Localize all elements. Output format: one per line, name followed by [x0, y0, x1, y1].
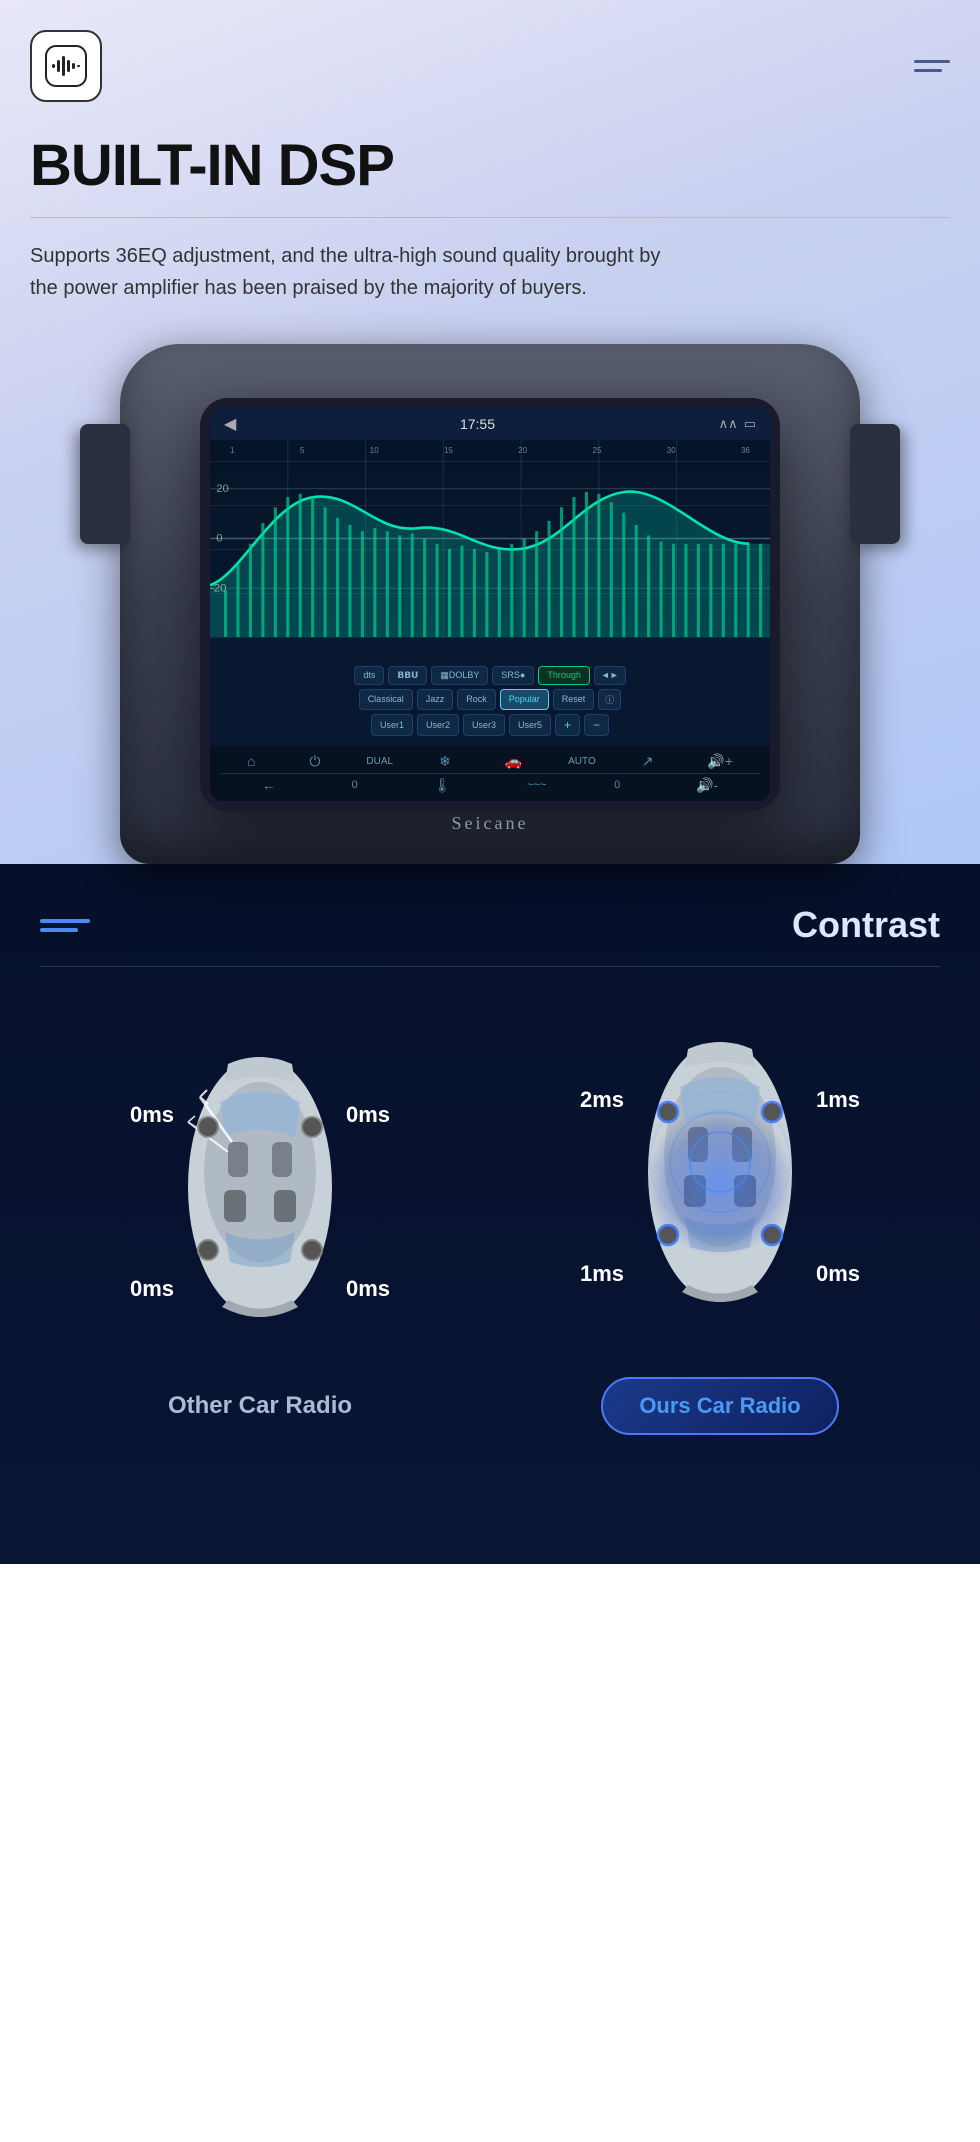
our-top-right-ms: 1ms [816, 1087, 860, 1113]
bbe-btn[interactable]: 𝗕𝗕𝗨 [388, 666, 427, 685]
home-icon[interactable]: ⌂ [239, 753, 263, 769]
screen-time: 17:55 [460, 416, 495, 432]
user1-btn[interactable]: User1 [371, 714, 413, 736]
logo-icon [44, 44, 88, 88]
add-btn[interactable]: + [555, 714, 580, 736]
wifi-icon: ∧∧ [719, 416, 738, 432]
vol-btn[interactable]: ◄► [594, 666, 626, 685]
other-car-view: 0ms 0ms 0ms 0ms [140, 1022, 380, 1362]
car-shell: ◀ 17:55 ∧∧ ▭ [120, 344, 860, 864]
subtitle: Supports 36EQ adjustment, and the ultra-… [30, 240, 690, 304]
other-top-left-ms: 0ms [130, 1102, 174, 1128]
back-icon[interactable]: ← [254, 777, 284, 793]
user5-btn[interactable]: User5 [509, 714, 551, 736]
our-bottom-right-ms: 0ms [816, 1261, 860, 1287]
dsp-row-1: dts 𝗕𝗕𝗨 ▦DOLBY SRS● Through ◄► [220, 666, 760, 685]
contrast-divider [40, 966, 940, 967]
user3-btn[interactable]: User3 [463, 714, 505, 736]
hero-section: BUILT-IN DSP Supports 36EQ adjustment, a… [0, 0, 980, 864]
contrast-section: Contrast 0ms 0ms 0ms 0ms [0, 864, 980, 1564]
eq-grid [210, 440, 770, 660]
user2-btn[interactable]: User2 [417, 714, 459, 736]
other-car-label: Other Car Radio [168, 1392, 352, 1420]
bottom-nav-bar: ⌂ ⏻ DUAL ❄ 🚗 AUTO ↗ 🔊+ ← 0 🌡 [210, 746, 770, 801]
temp-icon: 🌡 [426, 777, 460, 794]
zero-left: 0 [352, 779, 358, 791]
auto-label: AUTO [568, 756, 596, 767]
nav-top [30, 30, 950, 102]
fan-icon[interactable]: ❄ [431, 753, 459, 770]
indicator-line-1 [40, 919, 90, 923]
logo [30, 30, 102, 102]
car-interior: ◀ 17:55 ∧∧ ▭ [30, 334, 950, 864]
grid-line [210, 505, 770, 506]
other-car-svg [140, 1022, 380, 1342]
title-divider [30, 217, 950, 218]
classical-btn[interactable]: Classical [359, 689, 413, 710]
our-car-card: 2ms 1ms 1ms 0ms [500, 1007, 940, 1435]
info-btn[interactable]: ⓘ [598, 689, 621, 710]
jazz-btn[interactable]: Jazz [417, 689, 454, 710]
our-car-button[interactable]: Ours Car Radio [601, 1377, 838, 1435]
other-bottom-left-ms: 0ms [130, 1276, 174, 1302]
dolby-btn[interactable]: ▦DOLBY [431, 666, 488, 685]
page-title: BUILT-IN DSP [30, 132, 950, 199]
fan-level: ~~~ [527, 779, 546, 791]
direction-icon[interactable]: ↗ [634, 753, 662, 770]
eq-chart: 20 0 -20 151015 20253036 [210, 440, 770, 660]
screen-topbar: ◀ 17:55 ∧∧ ▭ [210, 408, 770, 440]
dts-btn[interactable]: dts [354, 666, 384, 685]
srs-btn[interactable]: SRS● [492, 666, 534, 685]
popular-btn[interactable]: Popular [500, 689, 549, 710]
contrast-title: Contrast [792, 904, 940, 946]
eq-numbers: 151015 20253036 [230, 446, 750, 455]
vol-down-icon[interactable]: 🔊- [688, 777, 726, 794]
battery-icon: ▭ [744, 416, 756, 432]
sub-btn[interactable]: − [584, 714, 609, 736]
dsp-row-2: Classical Jazz Rock Popular Reset ⓘ [220, 689, 760, 710]
power-icon[interactable]: ⏻ [301, 753, 328, 770]
hamburger-menu[interactable] [914, 60, 950, 72]
radio-screen: ◀ 17:55 ∧∧ ▭ [210, 408, 770, 801]
our-bottom-left-ms: 1ms [580, 1261, 624, 1287]
dsp-row-3: User1 User2 User3 User5 + − [220, 714, 760, 736]
grid-line [210, 549, 770, 550]
grid-line [210, 593, 770, 594]
dual-label: DUAL [366, 756, 393, 767]
reset-btn[interactable]: Reset [553, 689, 595, 710]
other-bottom-right-ms: 0ms [346, 1276, 390, 1302]
rock-btn[interactable]: Rock [457, 689, 496, 710]
through-btn[interactable]: Through [538, 666, 590, 685]
our-car-svg [600, 1007, 840, 1327]
car-icon[interactable]: 🚗 [497, 753, 530, 770]
back-button[interactable]: ◀ [224, 414, 236, 434]
grid-line [210, 637, 770, 638]
bottom-nav-row2: ← 0 🌡 ~~~ 0 🔊- [220, 774, 760, 797]
indicator-line-2 [40, 928, 78, 932]
radio-mockup: ◀ 17:55 ∧∧ ▭ [200, 398, 780, 811]
bottom-nav-row1: ⌂ ⏻ DUAL ❄ 🚗 AUTO ↗ 🔊+ [220, 750, 760, 774]
vol-up-icon[interactable]: 🔊+ [699, 753, 741, 770]
contrast-header: Contrast [40, 904, 940, 946]
cars-comparison: 0ms 0ms 0ms 0ms [40, 1007, 940, 1435]
dsp-controls: dts 𝗕𝗕𝗨 ▦DOLBY SRS● Through ◄► Classical… [210, 660, 770, 746]
our-car-view: 2ms 1ms 1ms 0ms [600, 1007, 840, 1347]
screen-icons: ∧∧ ▭ [719, 416, 756, 432]
other-car-card: 0ms 0ms 0ms 0ms [40, 1022, 480, 1420]
our-top-left-ms: 2ms [580, 1087, 624, 1113]
section-indicator [40, 919, 90, 932]
grid-line [210, 461, 770, 462]
seicane-label: Seicane [452, 813, 529, 834]
other-top-right-ms: 0ms [346, 1102, 390, 1128]
zero-right: 0 [614, 779, 620, 791]
